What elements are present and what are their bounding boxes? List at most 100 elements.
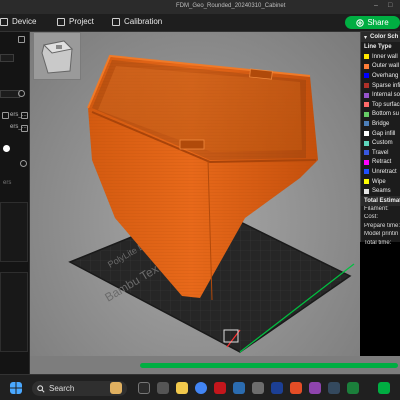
legend-item[interactable]: Seams	[361, 186, 400, 196]
legend-item[interactable]: Inner wall	[361, 52, 400, 62]
settings-label: ers	[3, 180, 12, 186]
title-bar: FDM_Geo_Rounded_20240310_Cabinet – □	[0, 0, 400, 14]
legend-item[interactable]: Unretract	[361, 167, 400, 177]
color-swatch	[364, 159, 369, 165]
legend-item[interactable]: Retract	[361, 158, 400, 168]
app-icon[interactable]	[309, 382, 321, 394]
chrome-icon[interactable]	[195, 382, 207, 394]
tab-calibration[interactable]: Calibration	[112, 17, 162, 26]
legend-item[interactable]: Top surface	[361, 100, 400, 110]
legend-label: Travel	[372, 149, 389, 156]
legend-item[interactable]: Bottom su	[361, 110, 400, 120]
share-icon	[356, 18, 365, 27]
tab-device-label: Device	[12, 17, 37, 26]
color-swatch	[364, 188, 369, 194]
minimize-icon[interactable]: –	[374, 2, 382, 10]
printer-selector[interactable]	[0, 54, 14, 62]
color-swatch	[364, 179, 369, 185]
legend-label: Internal so	[372, 92, 400, 99]
estimation-row: Model printin	[364, 231, 399, 238]
color-swatch	[364, 140, 369, 146]
collapse-icon: ▾	[364, 34, 368, 41]
legend-item[interactable]: Gap infill	[361, 129, 400, 139]
settings-icon[interactable]	[18, 36, 25, 43]
edit-icon[interactable]	[21, 125, 28, 132]
estimation-row: Prepare time:	[364, 222, 400, 229]
legend-label: Seams	[372, 188, 391, 195]
legend-item[interactable]: Sparse infill	[361, 81, 400, 91]
maximize-icon[interactable]: □	[388, 2, 396, 10]
app-icon[interactable]	[252, 382, 264, 394]
widgets-icon[interactable]	[157, 382, 169, 394]
tab-calibration-label: Calibration	[124, 17, 163, 26]
search-icon	[37, 384, 45, 393]
legend-item[interactable]: Outer wall	[361, 62, 400, 72]
color-swatch	[364, 92, 369, 98]
legend-label: Overhang	[372, 72, 399, 79]
task-view-icon[interactable]	[138, 382, 150, 394]
color-swatch	[364, 121, 369, 127]
main-toolbar: Device Project Calibration Share	[0, 14, 400, 32]
app-icon[interactable]	[290, 382, 302, 394]
plate-selector[interactable]	[0, 90, 20, 98]
layer-progress-bar[interactable]	[140, 363, 398, 368]
tab-device[interactable]: Device	[0, 17, 36, 26]
estimation-row: Filament:	[364, 205, 389, 212]
tab-project-label: Project	[69, 17, 94, 26]
color-swatch	[364, 83, 369, 89]
toggle-icon[interactable]	[3, 145, 10, 152]
settings-list[interactable]	[0, 202, 28, 262]
legend-item[interactable]: Bridge	[361, 119, 400, 129]
share-label: Share	[367, 18, 389, 27]
search-placeholder: Search	[49, 384, 75, 393]
legend-item[interactable]: Travel	[361, 148, 400, 158]
3d-viewport[interactable]: PolyLite Label Bambu Textured PEI Plate	[30, 32, 360, 374]
legend-label: Custom	[372, 140, 393, 147]
legend-item[interactable]: Wipe	[361, 177, 400, 187]
estimation-list: Filament: Cost: Prepare time: Model printin…	[361, 206, 400, 249]
color-swatch	[364, 54, 369, 60]
color-swatch	[364, 63, 369, 69]
bambu-studio-icon[interactable]	[378, 382, 390, 394]
file-explorer-icon[interactable]	[176, 382, 188, 394]
color-swatch	[364, 102, 369, 108]
left-sidebar: ers_... ers_... ers	[0, 32, 30, 374]
app-icon[interactable]	[214, 382, 226, 394]
calibration-icon	[112, 17, 120, 26]
windows-start-icon[interactable]	[10, 382, 22, 394]
settings-list-2[interactable]	[0, 272, 28, 352]
legend-item[interactable]: Custom	[361, 138, 400, 148]
project-icon	[57, 17, 65, 26]
app-icon[interactable]	[271, 382, 283, 394]
color-swatch	[364, 150, 369, 156]
legend-label: Bottom su	[372, 111, 400, 118]
color-scheme-header[interactable]: ▾ Color Sch	[361, 32, 400, 42]
estimation-row: Cost:	[364, 214, 379, 221]
legend-label: Unretract	[372, 168, 397, 175]
color-swatch	[364, 169, 369, 175]
app-icon[interactable]	[347, 382, 359, 394]
estimation-row: Total time:	[364, 239, 392, 246]
legend-label: Outer wall	[372, 63, 400, 70]
app-icon[interactable]	[233, 382, 245, 394]
legend-label: Gap infill	[372, 130, 396, 137]
copilot-icon[interactable]	[110, 382, 122, 394]
share-button[interactable]: Share	[345, 16, 400, 29]
layer-slider-area	[30, 356, 400, 374]
filament-icon	[2, 112, 9, 119]
app-icon[interactable]	[328, 382, 340, 394]
search-icon[interactable]	[20, 160, 27, 167]
legend-item[interactable]: Overhang	[361, 71, 400, 81]
gear-icon[interactable]	[18, 90, 25, 97]
legend-label: Sparse infill	[372, 82, 400, 89]
legend-panel: ▾ Color Sch Line Type Inner wall Outer wa…	[360, 32, 400, 246]
tab-project[interactable]: Project	[57, 17, 94, 26]
legend-label: Top surface	[372, 101, 400, 108]
legend-label: Retract	[372, 159, 392, 166]
legend-label: Bridge	[372, 120, 390, 127]
edit-icon[interactable]	[21, 112, 28, 119]
color-swatch	[364, 73, 369, 79]
color-swatch	[364, 111, 369, 117]
legend-label: Inner wall	[372, 53, 398, 60]
legend-item[interactable]: Internal so	[361, 90, 400, 100]
